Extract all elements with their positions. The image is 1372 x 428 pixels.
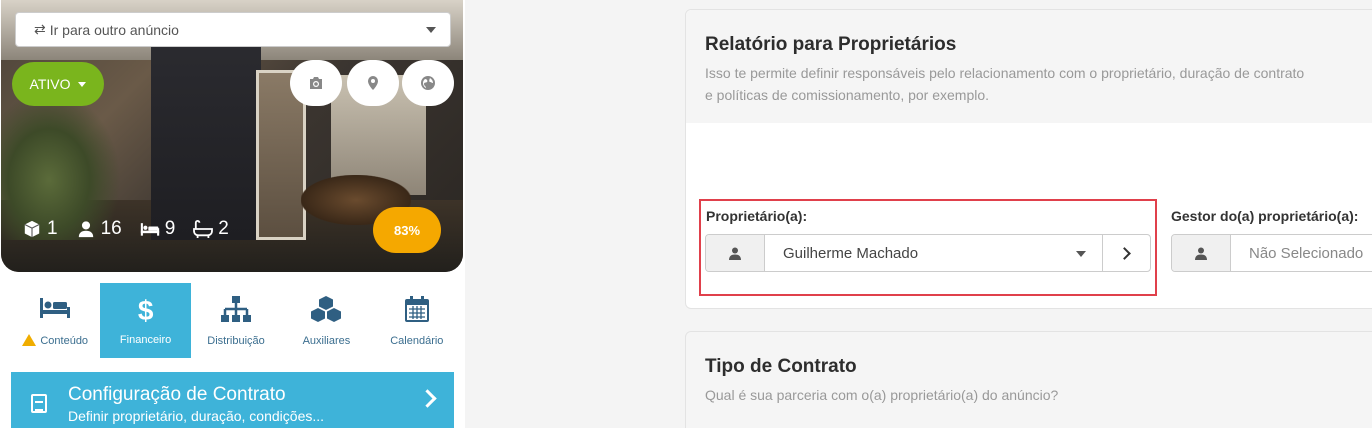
contract-type-title: Tipo de Contrato [705, 356, 857, 377]
manager-value: Não Selecionado [1249, 244, 1364, 262]
contract-config-item[interactable]: Configuração de Contrato Definir proprie… [11, 372, 454, 428]
camera-icon [310, 77, 322, 89]
listing-tabs: Conteúdo $ Financeiro Distribuição Auxil… [10, 283, 462, 358]
map-pin-icon [368, 76, 378, 90]
manager-addon [1172, 235, 1231, 271]
tab-financeiro[interactable]: $ Financeiro [100, 283, 191, 358]
tab-label: Distribuição [207, 334, 265, 347]
chevron-down-icon [426, 27, 436, 33]
dollar-icon: $ [137, 294, 154, 326]
cubes-icon [311, 295, 342, 322]
owner-report-description: Isso te permite definir responsáveis pel… [705, 65, 1305, 103]
ad-selector-label: Ir para outro anúncio [49, 21, 179, 38]
beds-value: 9 [164, 218, 176, 239]
ad-selector[interactable]: ⇄ Ir para outro anúncio [15, 12, 451, 47]
location-button[interactable] [347, 60, 399, 106]
listing-panel: ⇄ Ir para outro anúncio ATIVO 1 16 9 2 8… [0, 0, 465, 428]
status-label: ATIVO [29, 76, 71, 92]
guests-stat: 16 [76, 218, 122, 240]
photos-button[interactable] [290, 60, 342, 106]
bed-icon [40, 298, 71, 318]
tab-auxiliares[interactable]: Auxiliares [281, 283, 371, 358]
tab-calendario[interactable]: Calendário [372, 283, 462, 358]
contract-type-description: Qual é sua parceria com o(a) proprietári… [705, 387, 1059, 403]
owner-report-title: Relatório para Proprietários [705, 34, 957, 55]
tab-label: Auxiliares [302, 334, 351, 347]
warning-icon [22, 334, 37, 346]
tab-conteudo[interactable]: Conteúdo [10, 283, 100, 358]
units-value: 1 [47, 218, 58, 239]
document-icon [31, 394, 47, 413]
tab-label: Conteúdo [40, 335, 89, 347]
guests-value: 16 [100, 218, 122, 239]
cube-icon [24, 220, 40, 238]
tab-distribuicao[interactable]: Distribuição [191, 283, 281, 358]
contract-config-title: Configuração de Contrato [68, 384, 286, 405]
baths-value: 2 [218, 218, 229, 239]
tab-label: Calendário [390, 334, 444, 347]
listing-stats: 1 16 9 2 [22, 218, 229, 240]
status-dropdown-button[interactable]: ATIVO [12, 62, 104, 106]
owner-report-header: Relatório para Proprietários Isso te per… [686, 10, 1372, 123]
chevron-right-icon [418, 389, 437, 408]
baths-stat: 2 [193, 218, 229, 240]
contract-config-subtitle: Definir proprietário, duração, condições… [68, 408, 325, 424]
units-stat: 1 [22, 218, 58, 240]
completion-badge: 83% [373, 207, 441, 253]
user-icon [1195, 247, 1207, 260]
calendar-icon [404, 295, 429, 322]
contract-type-card: Tipo de Contrato Qual é sua parceria com… [685, 331, 1372, 428]
chevron-down-icon [78, 81, 87, 87]
swap-icon: ⇄ [34, 21, 46, 37]
bed-icon [140, 223, 159, 236]
manager-select-value[interactable]: Não Selecionado [1231, 235, 1372, 271]
manager-select[interactable]: Não Selecionado [1171, 234, 1372, 272]
bathtub-icon [193, 220, 214, 238]
manager-label: Gestor do(a) proprietário(a): [1171, 208, 1359, 224]
website-button[interactable] [402, 60, 454, 106]
sitemap-icon [221, 295, 252, 322]
highlight-box [699, 199, 1157, 296]
tab-label: Financeiro [119, 333, 172, 346]
globe-icon [421, 76, 435, 90]
beds-stat: 9 [140, 218, 176, 240]
user-icon [78, 221, 93, 238]
